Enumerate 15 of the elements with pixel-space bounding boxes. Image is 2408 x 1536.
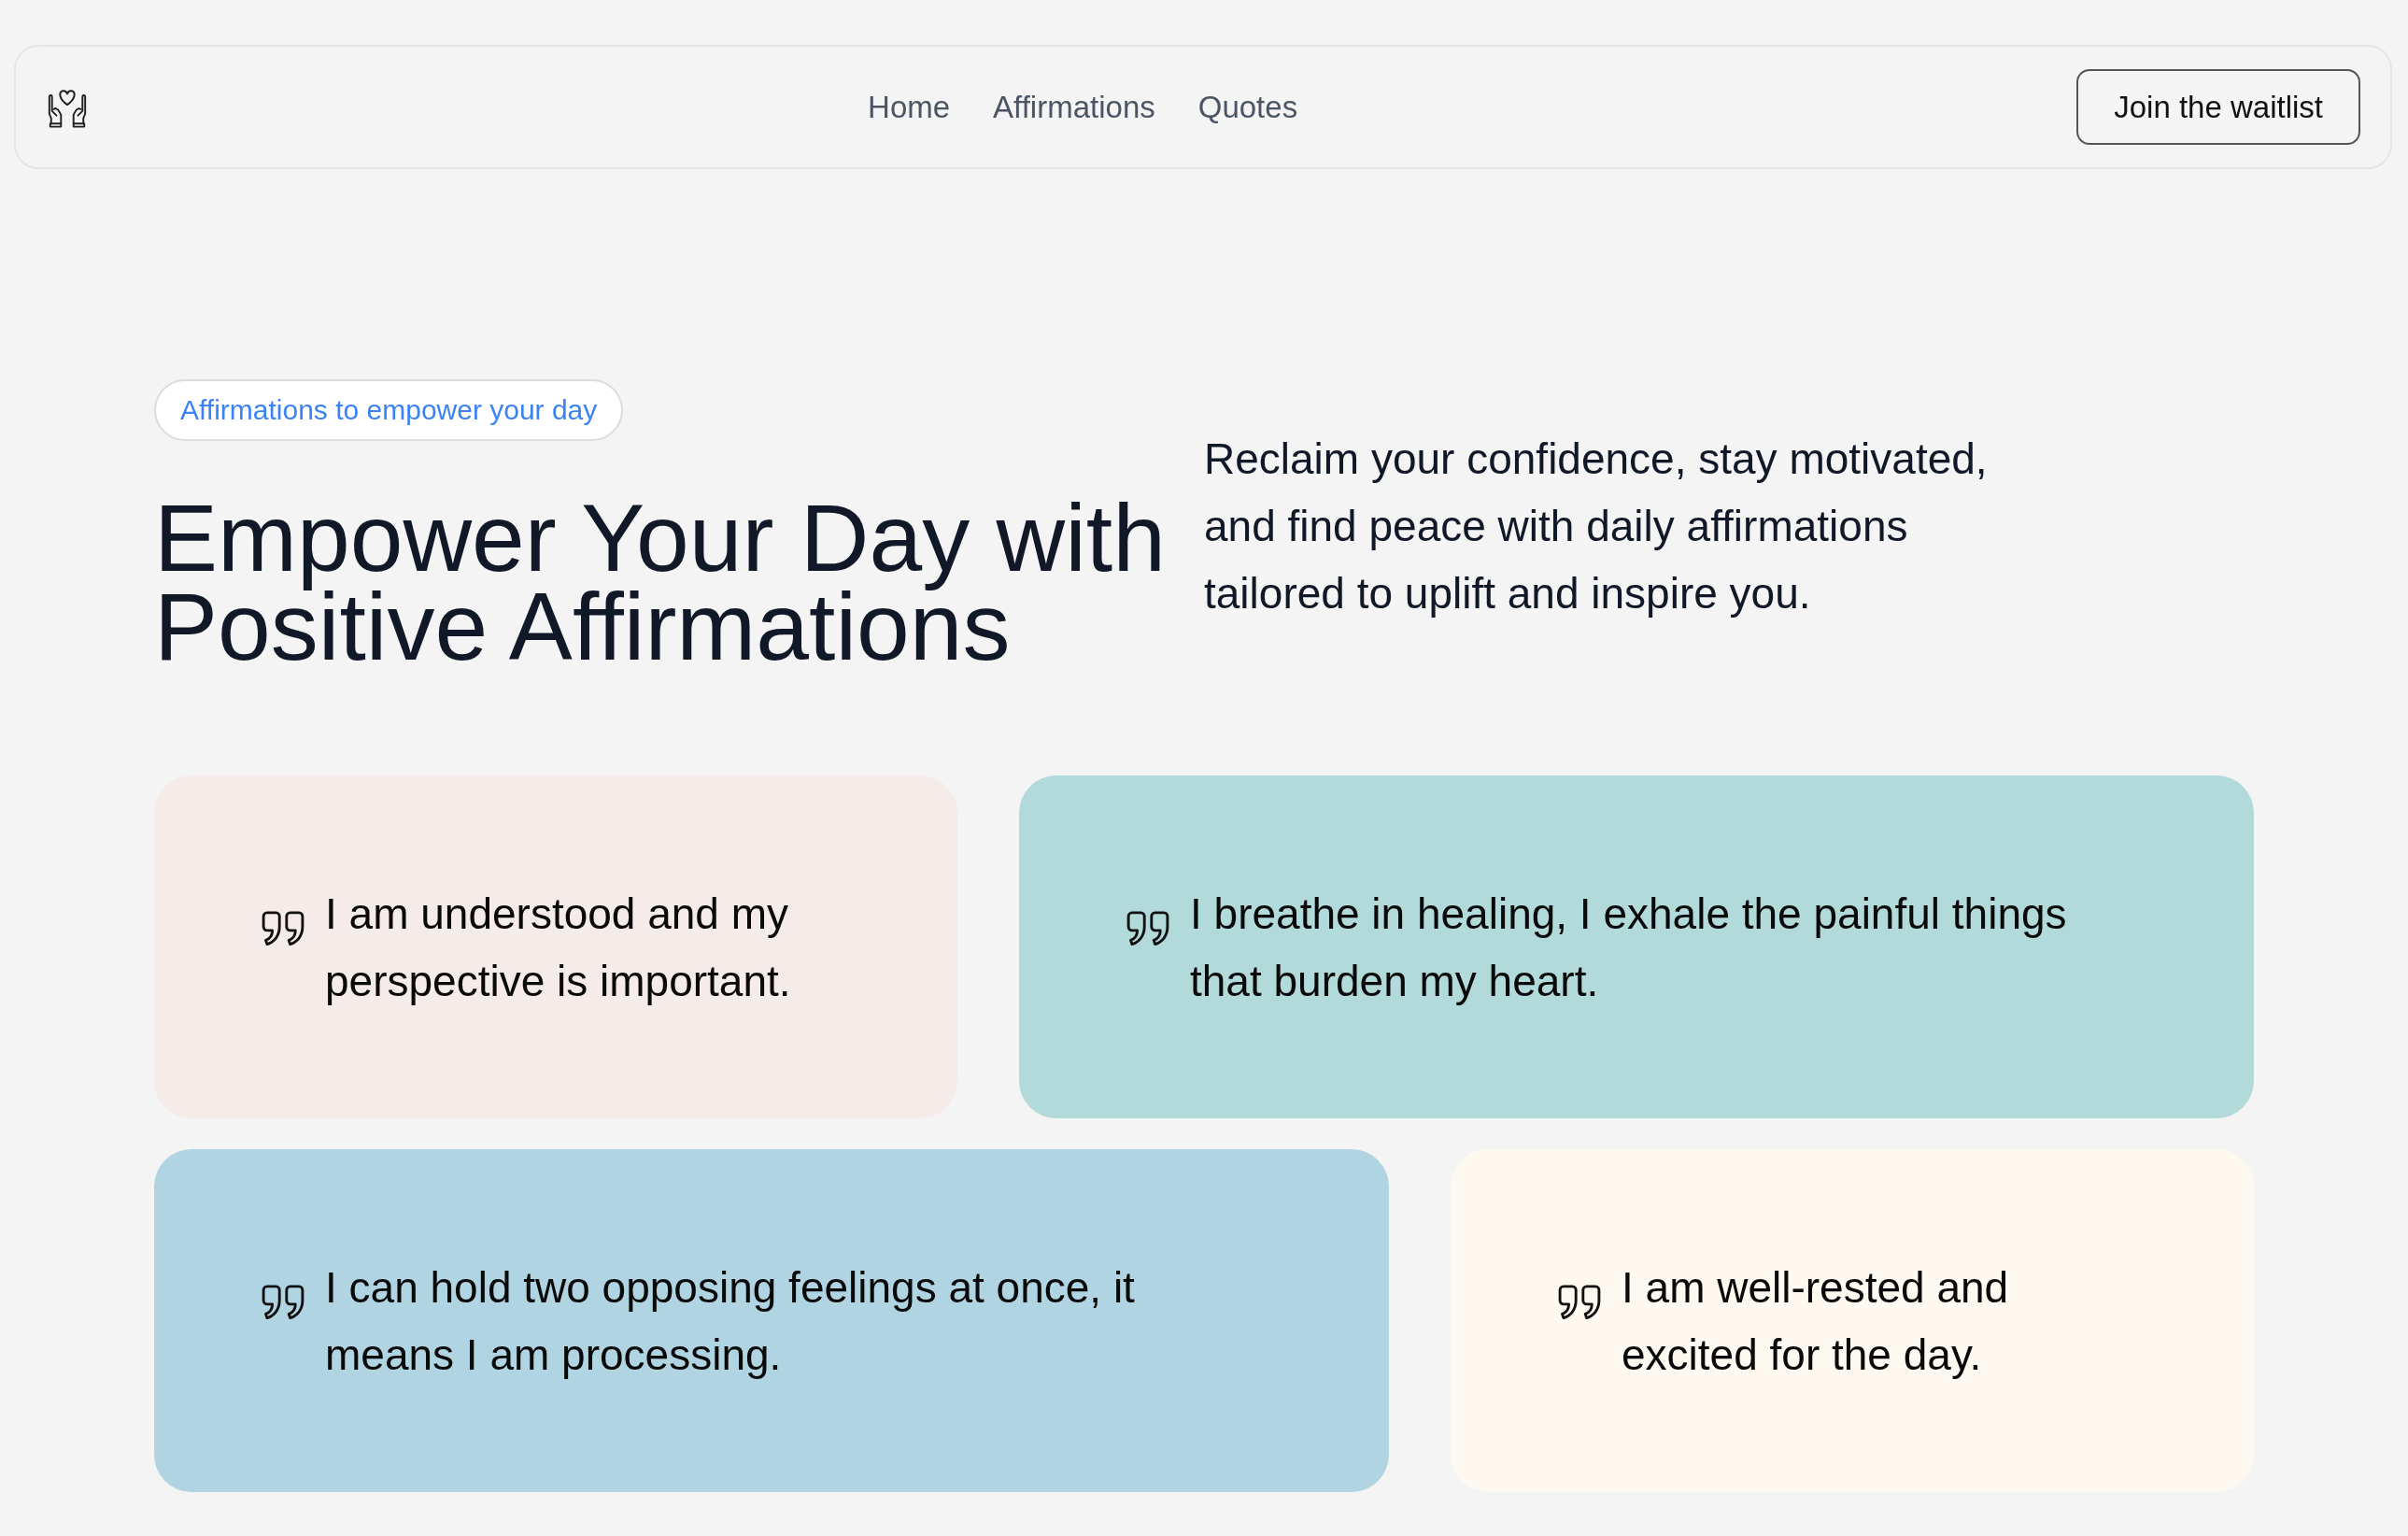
quote-icon <box>262 1284 305 1320</box>
hero-heading: Empower Your Day with Positive Affirmations <box>154 494 1167 672</box>
nav-link[interactable]: Affirmations <box>993 89 1155 125</box>
affirmation-text: I am understood and my perspective is important. <box>325 888 792 1007</box>
hero-description: Reclaim your confidence, stay motivated, and find peace with daily affirmations tailored to uplift and inspire you. <box>1204 433 1989 619</box>
join-waitlist-button[interactable]: Join the waitlist <box>2076 69 2360 145</box>
quote-icon <box>262 910 305 946</box>
quote-icon <box>1126 910 1169 946</box>
nav-link[interactable]: Quotes <box>1197 89 1298 125</box>
affirmation-text: I can hold two opposing feelings at once, it means I am processing. <box>325 1261 1136 1381</box>
affirmation-text: I breathe in healing, I exhale the painful things that burden my heart. <box>1190 888 2068 1007</box>
nav-link[interactable]: Home <box>868 89 951 125</box>
affirmation-text: I am well-rested and excited for the day. <box>1622 1261 2010 1381</box>
quote-icon <box>1558 1284 1601 1320</box>
tagline-pill: Affirmations to empower your day <box>154 379 624 441</box>
